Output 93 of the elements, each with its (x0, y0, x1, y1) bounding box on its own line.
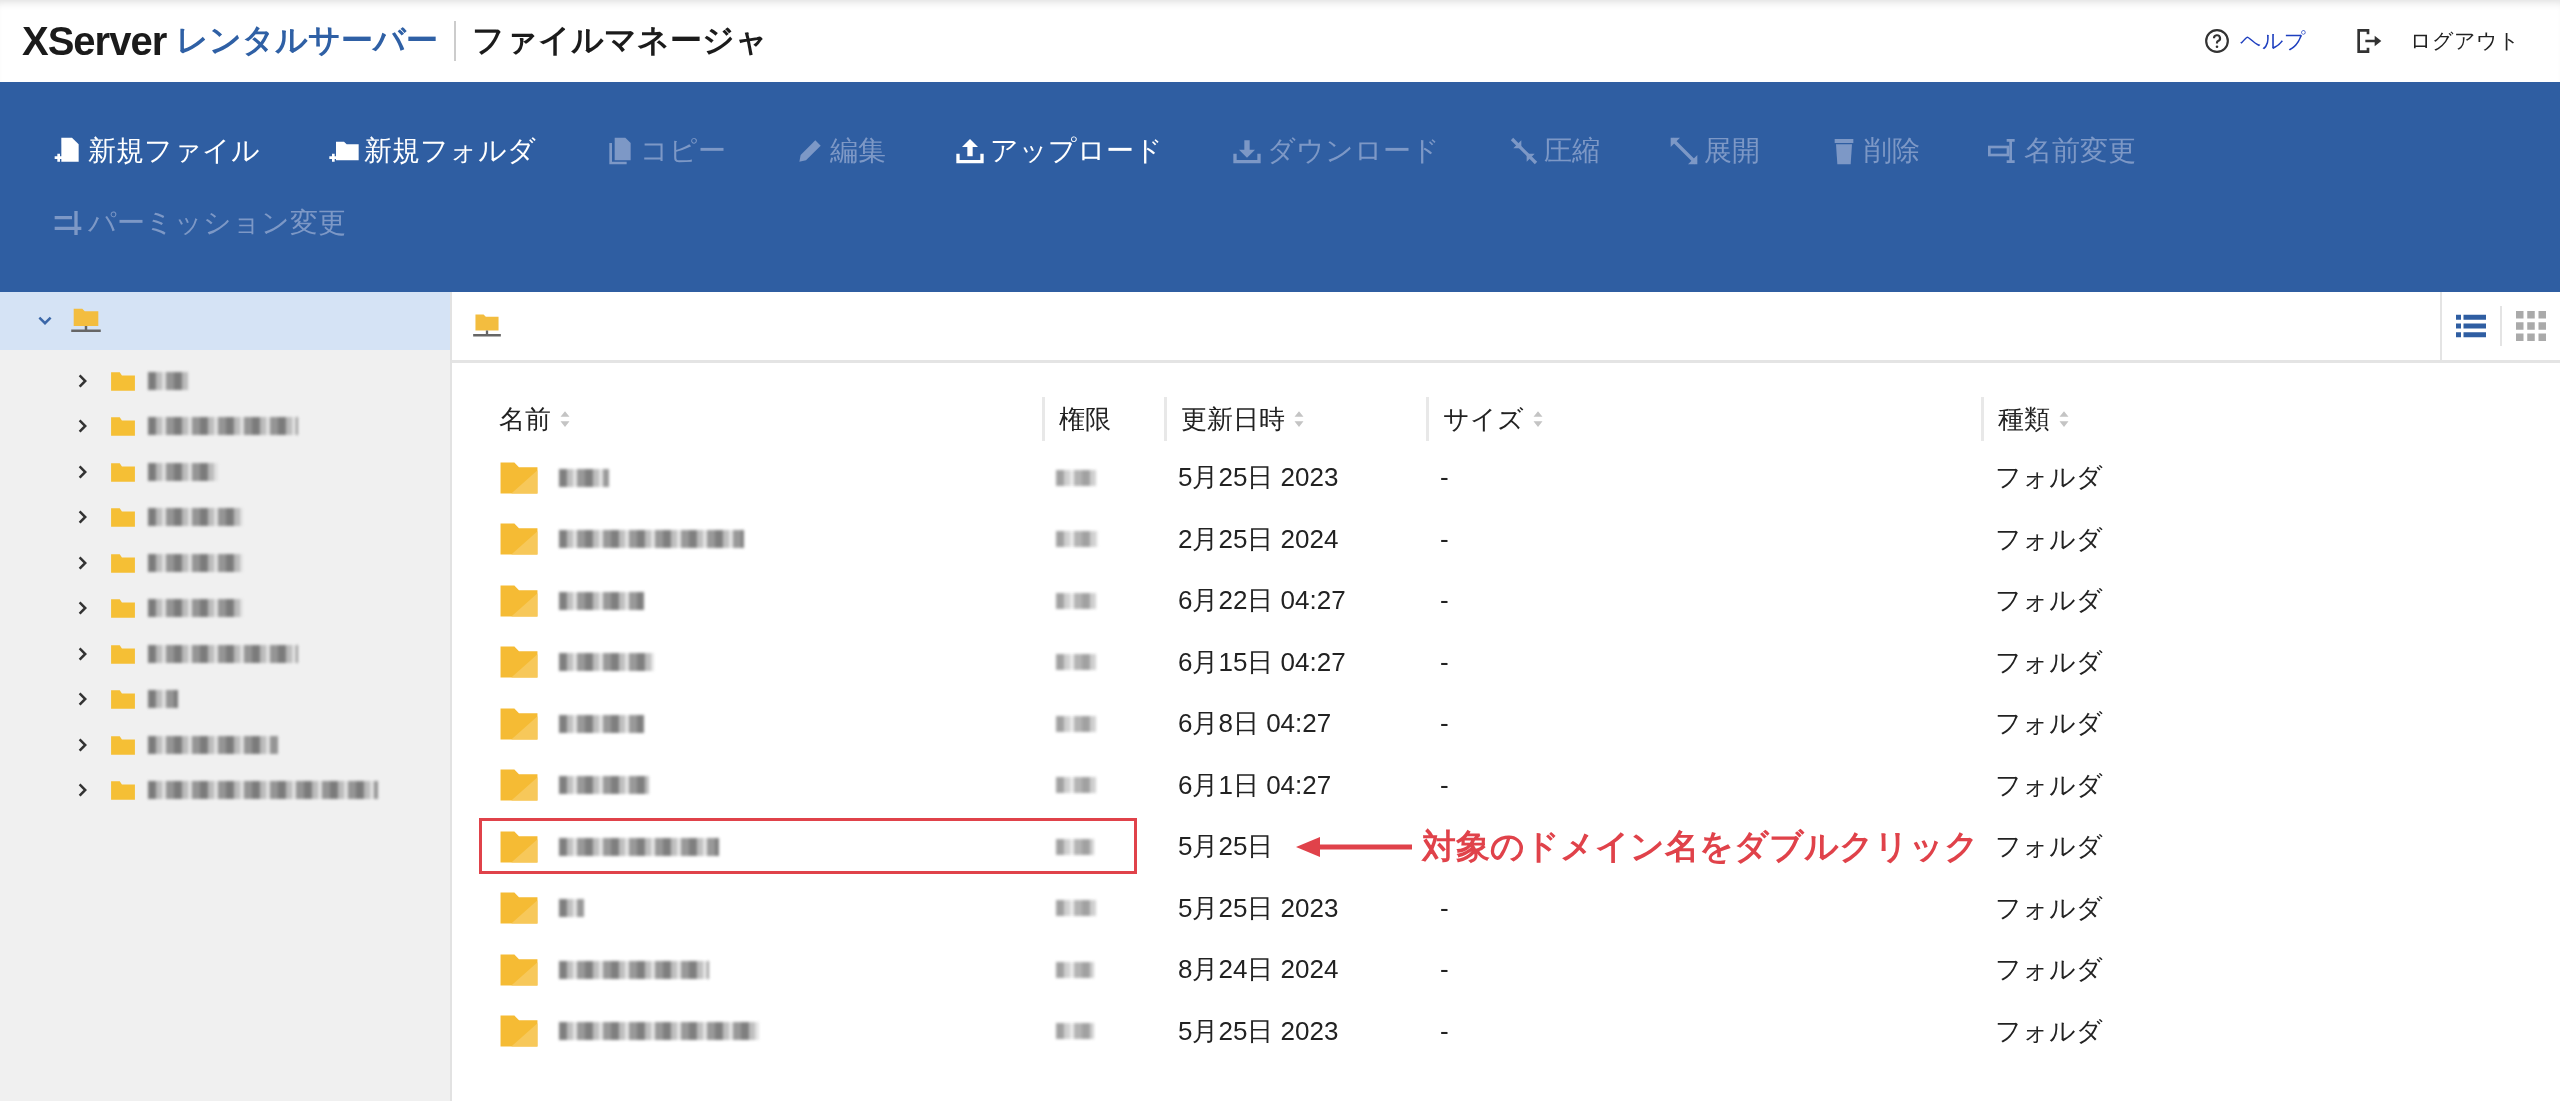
blurred-text[interactable] (559, 776, 649, 795)
table-cell-text: フォルダ (1995, 1014, 2103, 1048)
sort-icon[interactable] (1532, 410, 1544, 428)
table-cell-text: 2月25日 2024 (1178, 522, 1339, 556)
blurred-text (1056, 961, 1094, 978)
folder-icon (499, 706, 539, 741)
table-cell-text: フォルダ (1995, 768, 2103, 802)
blurred-text[interactable] (559, 837, 719, 856)
blurred-text[interactable] (559, 530, 744, 549)
folder-icon (499, 583, 539, 618)
folder-icon (499, 522, 539, 557)
sort-icon[interactable] (2058, 410, 2070, 428)
table-cell-text: フォルダ (1995, 891, 2103, 925)
blurred-text[interactable] (559, 714, 644, 733)
folder-icon (499, 645, 539, 680)
blurred-text (148, 462, 218, 481)
sort-icon[interactable] (559, 410, 571, 428)
folder-icon (110, 369, 136, 392)
grid-icon[interactable] (2516, 311, 2546, 341)
table-cell-text: 5月25日 2023 (1178, 461, 1339, 495)
folder-icon (499, 829, 539, 864)
blurred-text (1056, 531, 1098, 548)
blurred-text (1056, 838, 1094, 855)
folder-icon (110, 460, 136, 483)
annotation-text: 対象のドメイン名をダブルクリック (1422, 825, 1979, 867)
table-cell: - (1440, 892, 1449, 924)
folder-icon (499, 1014, 539, 1049)
folder-icon (499, 952, 539, 987)
toolbar-button[interactable]: 新規ファイル (52, 127, 260, 175)
blurred-text (1056, 900, 1096, 917)
blurred-text[interactable] (559, 468, 609, 487)
blurred-text (1056, 777, 1096, 794)
column-header[interactable]: 権限 (1059, 401, 1111, 437)
toolbar-button[interactable]: 新規フォルダ (328, 127, 536, 175)
table-cell-text: 6月15日 04:27 (1178, 645, 1346, 679)
blurred-text[interactable] (559, 899, 584, 918)
folder-icon (110, 415, 136, 438)
table-cell-text: 5月25日 2023 (1178, 891, 1339, 925)
blurred-text (1056, 654, 1096, 671)
table-cell: - (1440, 954, 1449, 986)
column-header[interactable]: サイズ (1443, 401, 1524, 437)
blurred-text[interactable] (559, 591, 644, 610)
logo-subtitle: レンタルサーバー (176, 21, 439, 60)
blurred-text (1056, 469, 1096, 486)
logo-wordmark: XServer (22, 18, 167, 64)
table-cell-text: 8月24日 2024 (1178, 953, 1339, 987)
table-cell: - (1440, 1015, 1449, 1047)
app-title: ファイルマネージャ (472, 21, 769, 60)
column-header[interactable]: 名前 (499, 401, 551, 437)
folder-icon (110, 597, 136, 620)
folder-icon (110, 688, 136, 711)
table-cell-text: フォルダ (1995, 707, 2103, 741)
blurred-text (1056, 592, 1096, 609)
folder-icon (110, 733, 136, 756)
table-cell-text: 6月22日 04:27 (1178, 584, 1346, 618)
folder-icon (499, 768, 539, 803)
table-cell-text: フォルダ (1995, 461, 2103, 495)
table-cell-text: 6月8日 04:27 (1178, 707, 1332, 741)
table-cell-text: 5月25日 (1178, 830, 1274, 864)
column-header[interactable]: 種類 (1998, 401, 2050, 437)
logout-link[interactable]: ログアウト (2410, 27, 2520, 55)
help-icon[interactable] (2204, 28, 2230, 54)
folder-icon (110, 506, 136, 529)
table-cell-text: フォルダ (1995, 953, 2103, 987)
blurred-text (148, 690, 178, 709)
help-link[interactable]: ヘルプ (2240, 27, 2306, 55)
blurred-text[interactable] (559, 960, 709, 979)
table-cell-text: フォルダ (1995, 522, 2103, 556)
sort-icon[interactable] (1293, 410, 1305, 428)
table-cell: - (1440, 585, 1449, 617)
toolbar-button[interactable]: アップロード (954, 127, 1163, 175)
blurred-text (148, 371, 188, 390)
table-cell-text: フォルダ (1995, 830, 2103, 864)
table-cell-text: フォルダ (1995, 584, 2103, 618)
arrow-icon (1294, 834, 1414, 859)
table-cell-text: 5月25日 2023 (1178, 1014, 1339, 1048)
folder-icon (110, 779, 136, 802)
blurred-text[interactable] (559, 653, 654, 672)
folder-icon (499, 891, 539, 926)
folder-icon (110, 642, 136, 665)
folder-icon (110, 551, 136, 574)
table-cell: - (1440, 523, 1449, 555)
table-cell-text: 6月1日 04:27 (1178, 768, 1332, 802)
table-cell: - (1440, 769, 1449, 801)
table-cell: - (1440, 708, 1449, 740)
blurred-text (1056, 1023, 1094, 1040)
column-header[interactable]: 更新日時 (1181, 401, 1285, 437)
blurred-text (1056, 715, 1096, 732)
table-cell: - (1440, 646, 1449, 678)
table-cell-text: フォルダ (1995, 645, 2103, 679)
table-cell: - (1440, 462, 1449, 494)
blurred-text[interactable] (559, 1022, 759, 1041)
folder-icon (499, 460, 539, 495)
